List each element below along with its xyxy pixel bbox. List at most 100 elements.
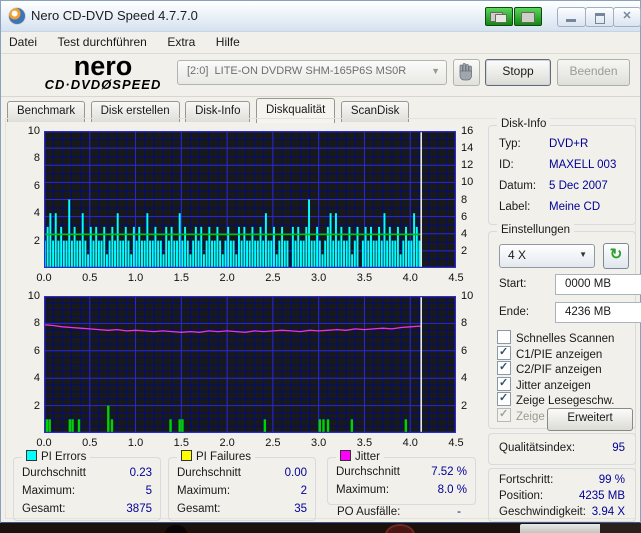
pie-total-value: 3875	[126, 503, 152, 515]
pie-avg-value: 0.23	[129, 467, 152, 479]
chart-canvas	[43, 130, 457, 269]
jitter-max-label: Maximum:	[336, 484, 390, 496]
pif-max-value: 2	[300, 485, 307, 497]
app-window: Nero CD-DVD Speed 4.7.7.0 ✕ Datei Test d…	[0, 0, 641, 524]
checkbox-c1-pie-anzeigen[interactable]: C1/PIE anzeigen	[497, 345, 603, 361]
pif-total-value: 35	[294, 503, 307, 515]
disk-typ-value: DVD+R	[549, 138, 589, 150]
ende-label: Ende:	[499, 306, 530, 318]
fortschritt-value: 99 %	[598, 474, 625, 486]
jitter-avg-label: Durchschnitt	[336, 466, 400, 478]
save-disk-icon	[521, 12, 535, 23]
nero-logo-text: nero	[73, 51, 133, 81]
pif-total-label: Gesamt:	[177, 503, 221, 515]
menu-hilfe[interactable]: Hilfe	[208, 32, 248, 49]
pi-failures-legend: PI Failures	[177, 450, 255, 463]
checkbox-zeige-lesegeschw-[interactable]: Zeige Lesegeschw.	[497, 391, 614, 407]
exit-button[interactable]: Beenden	[557, 59, 630, 86]
eject-hand-button[interactable]	[453, 59, 480, 86]
pi-failures-box: PI Failures Durchschnitt 0.00 Maximum: 2 G…	[168, 450, 316, 521]
checkbox-label: Jitter anzeigen	[516, 379, 591, 392]
pi-errors-chart: 2 4 6 8 10 2 4 6 8 10 12 14 16 0.0 0.5 1.0 1.5 2.0 2.5 3.0 3…	[28, 125, 474, 284]
checkbox-icon[interactable]	[497, 345, 511, 360]
disk-id-value: MAXELL 003	[549, 159, 617, 171]
checkbox-c2-pif-anzeigen[interactable]: C2/PIF anzeigen	[497, 360, 602, 376]
checkbox-icon[interactable]	[497, 360, 511, 375]
save-button[interactable]	[514, 7, 542, 26]
pie-max-value: 5	[145, 485, 152, 497]
chart-canvas	[43, 295, 457, 434]
refresh-button[interactable]: ↻	[603, 243, 629, 269]
hand-icon	[459, 63, 472, 81]
pie-total-label: Gesamt:	[22, 503, 66, 515]
window-title: Nero CD-DVD Speed 4.7.7.0	[31, 8, 198, 23]
nero-logo: nero CD·DVDØSPEED	[33, 51, 173, 92]
disk-label-value: Meine CD	[549, 201, 601, 213]
cyan-legend-swatch	[26, 450, 37, 461]
speed-select[interactable]: 4 X ▼	[499, 244, 595, 268]
speed-select-value: 4 X	[508, 248, 527, 262]
fortschritt-label: Fortschritt:	[499, 474, 554, 486]
disk-id-label: ID:	[499, 159, 514, 171]
checkbox-icon	[497, 407, 511, 422]
progress-box: Fortschritt: 99 % Position: 4235 MB Geschw…	[488, 468, 636, 522]
cdvdspeed-logo-text: CD·DVDØSPEED	[44, 77, 162, 92]
advanced-button[interactable]: Erweitert	[547, 408, 633, 431]
jitter-title: Jitter	[355, 451, 380, 463]
pie-avg-label: Durchschnitt	[22, 467, 86, 479]
geschwindigkeit-label: Geschwindigkeit:	[499, 506, 586, 518]
position-value: 4235 MB	[578, 490, 625, 502]
checkbox-icon[interactable]	[497, 330, 511, 344]
close-button[interactable]: ✕	[613, 7, 641, 27]
checkbox-icon[interactable]	[497, 376, 511, 391]
maximize-button[interactable]	[585, 7, 614, 27]
stop-button[interactable]: Stopp	[485, 59, 551, 86]
pi-errors-legend: PI Errors	[22, 450, 91, 463]
title-bar: Nero CD-DVD Speed 4.7.7.0 ✕	[1, 1, 641, 32]
start-label: Start:	[499, 278, 527, 290]
pie-max-label: Maximum:	[22, 485, 76, 497]
disk-datum-value: 5 Dec 2007	[549, 180, 608, 192]
checkbox-label: Schnelles Scannen	[516, 333, 615, 345]
toolbar: nero CD·DVDØSPEED [2:0] LITE-ON DVDRW SH…	[1, 51, 640, 97]
disk-label-label: Label:	[499, 201, 531, 213]
settings-groupbox: Einstellungen 4 X ▼ ↻ Start: 0000 MB End…	[488, 224, 641, 431]
tab-strip: Benchmark Disk erstellen Disk-Info Diskq…	[7, 97, 410, 123]
quality-index-label: Qualitätsindex:	[499, 442, 576, 454]
menu-datei[interactable]: Datei	[1, 32, 45, 49]
desktop-shape	[385, 524, 415, 533]
menu-test-durchfuehren[interactable]: Test durchführen	[49, 32, 154, 49]
refresh-icon: ↻	[609, 246, 623, 263]
checkbox-schnelles-scannen[interactable]: Schnelles Scannen	[497, 330, 614, 345]
maximize-icon	[595, 13, 605, 24]
yellow-legend-swatch	[181, 450, 192, 461]
disk-typ-label: Typ:	[499, 138, 521, 150]
checkbox-jitter-anzeigen[interactable]: Jitter anzeigen	[497, 376, 591, 392]
jitter-box: Jitter Durchschnitt 7.52 % Maximum: 8.0 %	[327, 450, 476, 505]
magenta-legend-swatch	[340, 450, 351, 461]
position-label: Position:	[499, 490, 544, 502]
screenshot-icon-2	[495, 14, 507, 23]
pif-avg-value: 0.00	[284, 467, 307, 479]
ende-input[interactable]: 4236 MB	[555, 302, 641, 323]
jitter-max-value: 8.0 %	[437, 484, 467, 496]
minimize-icon	[566, 19, 576, 22]
checkbox-label: C1/PIE anzeigen	[516, 348, 603, 361]
close-icon: ✕	[622, 10, 632, 22]
desktop-shape	[600, 523, 641, 533]
screenshot-button[interactable]	[485, 7, 513, 26]
disk-info-title: Disk-Info	[497, 118, 551, 130]
checkbox-icon[interactable]	[497, 391, 511, 406]
desktop-shape	[165, 525, 187, 533]
po-label: PO Ausfälle:	[337, 506, 401, 518]
menu-extra[interactable]: Extra	[159, 32, 203, 49]
pi-errors-box: PI Errors Durchschnitt 0.23 Maximum: 5 Ges…	[13, 450, 161, 521]
po-value: -	[457, 506, 461, 518]
drive-select[interactable]: [2:0] LITE-ON DVDRW SHM-165P6S MS0R ▼	[177, 60, 447, 85]
start-input[interactable]: 0000 MB	[555, 274, 641, 295]
disk-info-groupbox: Disk-Info Typ: DVD+R ID: MAXELL 003 Datum:…	[488, 118, 636, 225]
minimize-button[interactable]	[557, 7, 586, 27]
pi-failures-jitter-chart: 2 4 6 8 10 2 4 6 8 10 0.0 0.5 1.0 1.5 2.0 2.5 3.0 3.5 4.0 4…	[28, 290, 474, 449]
checkbox-label: C2/PIF anzeigen	[516, 364, 602, 376]
chevron-down-icon: ▼	[579, 250, 587, 259]
